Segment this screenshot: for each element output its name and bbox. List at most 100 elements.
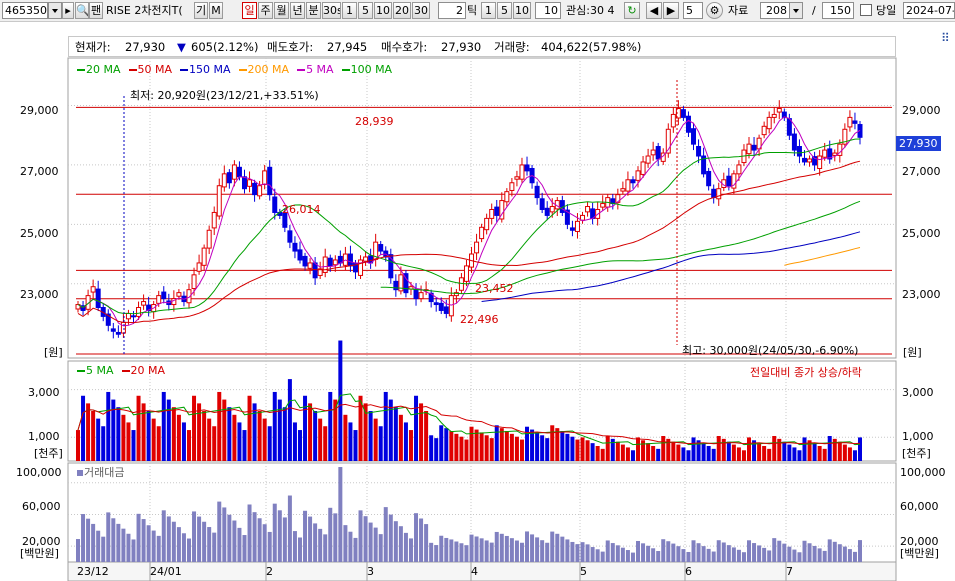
memo-button[interactable]: M xyxy=(209,2,223,19)
period-30m-button[interactable]: 30 xyxy=(412,2,430,19)
stock-code-input[interactable]: 465350 xyxy=(2,2,48,19)
volume-bar xyxy=(636,437,641,461)
amount-bar xyxy=(121,528,126,562)
stock-name: RISE 2차전지T( xyxy=(106,4,183,17)
tick-count-input[interactable]: 2 xyxy=(438,2,466,19)
candle-body xyxy=(393,280,399,291)
amount-bar xyxy=(186,538,191,562)
candle-body xyxy=(701,155,707,175)
amount-bar xyxy=(590,547,595,562)
stock-code-dropdown[interactable] xyxy=(48,2,62,19)
vol-tick-left-1000: 1,000 xyxy=(28,430,60,443)
period-year-button[interactable]: 년 xyxy=(290,2,305,19)
data-count-dropdown[interactable] xyxy=(789,2,803,19)
next-arrow-button[interactable]: ▸ xyxy=(62,2,74,19)
amount-bar xyxy=(646,545,651,562)
amount-bar xyxy=(752,543,757,562)
price-tick-left-27000: 27,000 xyxy=(20,165,59,178)
link-button[interactable]: 팬 xyxy=(89,2,103,19)
amount-bar xyxy=(353,537,358,562)
volume-bar xyxy=(545,438,550,461)
volume-bar xyxy=(227,407,232,461)
candle-body xyxy=(625,179,631,192)
period-30s-button[interactable]: 30s xyxy=(322,2,341,19)
volume-bar xyxy=(827,436,832,461)
today-checkbox[interactable] xyxy=(860,4,872,16)
total-count-input[interactable]: 150 xyxy=(822,2,854,19)
amount-bar xyxy=(222,507,227,562)
candle-body xyxy=(827,148,833,160)
amount-bar xyxy=(227,514,232,562)
x-label-apr: 4 xyxy=(471,565,478,578)
candle-body xyxy=(352,263,358,273)
amount-bar xyxy=(570,541,575,562)
period-20m-button[interactable]: 20 xyxy=(393,2,411,19)
volume-bar xyxy=(318,418,323,461)
amount-bar xyxy=(625,550,630,562)
candle-body xyxy=(443,306,449,314)
amount-bar xyxy=(822,550,827,562)
volume-bar xyxy=(131,430,136,461)
price-legend-label: 5 MA xyxy=(306,63,334,76)
candle-body xyxy=(287,230,293,243)
volume-bar xyxy=(797,450,802,461)
volume-bar xyxy=(287,379,292,461)
period-week-button[interactable]: 주 xyxy=(258,2,273,19)
panel-menu-icon[interactable]: ⠿ xyxy=(941,31,950,45)
volume-bar xyxy=(297,430,302,461)
volume-bar xyxy=(752,440,757,461)
candle-body xyxy=(146,304,152,311)
period-day-button[interactable]: 일 xyxy=(242,2,257,19)
candle-body xyxy=(751,144,757,151)
data-count-input[interactable]: 208 xyxy=(760,2,790,19)
volume-bar xyxy=(671,441,676,461)
prev-icon[interactable]: ◀ xyxy=(646,2,662,19)
volume-label: 거래량: xyxy=(494,40,530,54)
info-button[interactable]: 기 xyxy=(194,2,208,19)
amount-bar xyxy=(287,495,292,562)
search-icon[interactable]: 🔍 xyxy=(75,2,89,19)
volume-bar xyxy=(111,399,116,461)
amount-bar xyxy=(242,535,247,562)
price-ma-legend: 20 MA 50 MA 150 MA 200 MA 5 MA 100 MA xyxy=(77,63,400,76)
amount-bar xyxy=(641,543,646,562)
volume-bar xyxy=(81,395,86,461)
x-label-feb: 2 xyxy=(266,565,273,578)
volume-bar xyxy=(464,439,469,461)
volume-bar xyxy=(136,395,141,461)
period-5m-button[interactable]: 5 xyxy=(358,2,373,19)
refresh-icon[interactable]: ↻ xyxy=(624,2,640,19)
amount-bar xyxy=(388,514,393,562)
volume-bar xyxy=(792,447,797,461)
candle-body xyxy=(418,292,424,300)
candle-body xyxy=(726,175,732,187)
amount-bar xyxy=(277,510,282,562)
tick-value-input[interactable]: 10 xyxy=(535,2,561,19)
volume-legend-swatch xyxy=(77,370,85,372)
next-icon[interactable]: ▶ xyxy=(663,2,679,19)
tick-10-button[interactable]: 10 xyxy=(513,2,531,19)
amount-bar xyxy=(449,539,454,562)
step-input[interactable]: 5 xyxy=(683,2,703,19)
candle-body xyxy=(181,295,187,303)
price-tick-right-25000: 25,000 xyxy=(902,227,941,240)
volume-bar xyxy=(151,418,156,461)
period-10m-button[interactable]: 10 xyxy=(374,2,392,19)
date-input[interactable]: 2024-07- xyxy=(903,2,955,19)
amount-bar xyxy=(257,518,262,562)
period-1m-button[interactable]: 1 xyxy=(342,2,357,19)
volume-bar xyxy=(716,436,721,461)
settings-icon[interactable]: ⚙ xyxy=(706,2,723,19)
volume-bar xyxy=(116,407,121,461)
period-minute-button[interactable]: 분 xyxy=(306,2,321,19)
amount-bar xyxy=(146,525,151,562)
tick-1-button[interactable]: 1 xyxy=(481,2,496,19)
volume-bar xyxy=(333,399,338,461)
candle-body xyxy=(842,128,848,145)
candle-body xyxy=(504,191,510,203)
volume-bar xyxy=(832,438,837,461)
period-month-button[interactable]: 월 xyxy=(274,2,289,19)
amount-bar xyxy=(731,547,736,562)
price-tick-right-23000: 23,000 xyxy=(902,288,941,301)
tick-5-button[interactable]: 5 xyxy=(497,2,512,19)
